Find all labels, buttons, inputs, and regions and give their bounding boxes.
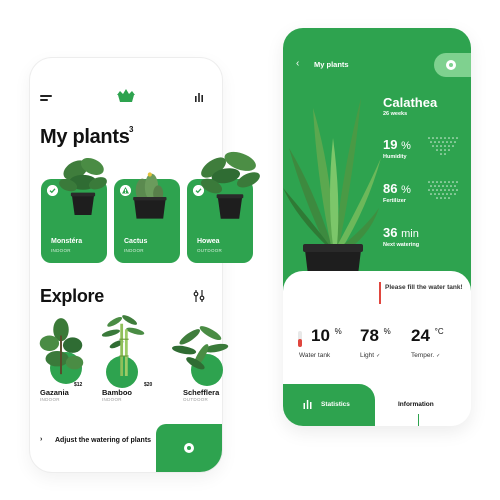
statistics-icon[interactable] <box>194 92 204 102</box>
alert-indicator <box>379 282 381 304</box>
plant-age: 26 weeks <box>383 111 408 117</box>
tab-statistics-label: Statistics <box>321 401 350 408</box>
explore-item-location: INDOOR <box>40 397 60 402</box>
plant-name: Calathea <box>383 95 438 110</box>
humidity-dots-graphic <box>428 137 458 155</box>
options-toggle-button[interactable] <box>434 53 471 77</box>
sensor-temperature: 24 °C Temper. ✓ <box>411 326 444 359</box>
explore-item-name: Gazania <box>40 388 69 397</box>
tab-statistics[interactable]: Statistics <box>283 384 375 426</box>
bar-chart-icon <box>303 400 312 409</box>
add-plant-button[interactable] <box>156 424 222 472</box>
plant-card-location: OUTDOOR <box>197 248 223 253</box>
fertilizer-value: 86 % <box>383 181 411 196</box>
next-watering-label: Next watering <box>383 242 420 248</box>
chevron-right-icon: › <box>40 436 43 443</box>
tab-information[interactable]: Information <box>379 384 471 426</box>
plant-card-name: Monstéra <box>51 238 83 245</box>
next-watering-value: 36 min <box>383 225 419 240</box>
bamboo-plant-image <box>101 315 145 376</box>
back-chevron-icon[interactable]: ‹ <box>296 58 299 69</box>
water-tank-alert: Please fill the water tank! <box>385 284 463 291</box>
humidity-label: Humidity <box>383 154 407 160</box>
howea-plant-image <box>200 151 260 219</box>
check-icon: ✓ <box>436 353 441 359</box>
explore-item-price: $20 <box>144 382 153 388</box>
explore-item-location: OUTDOOR <box>183 397 209 402</box>
monstera-plant-image <box>59 157 107 215</box>
watering-reminder[interactable]: Adjust the watering of plants <box>55 435 165 446</box>
gazania-plant-image <box>39 318 84 375</box>
explore-item-gazania[interactable]: Gazania $12 INDOOR <box>30 316 90 406</box>
explore-item-bamboo[interactable]: Bamboo $20 INDOOR <box>92 315 153 406</box>
plant-card-location: INDOOR <box>51 248 71 253</box>
plant-card-name: Cactus <box>124 238 148 245</box>
check-icon: ✓ <box>376 353 381 359</box>
explore-item-location: INDOOR <box>102 397 122 402</box>
explore-item-name: Schefflera <box>183 388 220 397</box>
humidity-value: 19 % <box>383 137 411 152</box>
fertilizer-label: Fertilizer <box>383 198 406 204</box>
section-title-explore: Explore <box>40 286 104 306</box>
tab-information-label: Information <box>398 401 434 408</box>
plant-card-location: INDOOR <box>124 248 144 253</box>
cactus-plant-image <box>133 172 167 219</box>
plant-card-monstera[interactable]: Monstéra INDOOR <box>41 157 107 263</box>
explore-item-schefflera[interactable]: Schefflera OUTDOOR <box>163 316 229 406</box>
water-level-gauge-icon <box>298 331 302 347</box>
filter-icon[interactable] <box>193 290 205 302</box>
schefflera-plant-image <box>171 326 229 370</box>
plant-pot-logo-icon <box>117 89 135 102</box>
plant-card-howea[interactable]: Howea OUTDOOR <box>187 151 260 263</box>
explore-item-name: Bamboo <box>102 388 132 397</box>
explore-item-price: $12 <box>74 382 83 388</box>
page-title: My plants <box>40 126 130 148</box>
detail-header-title: My plants <box>314 60 349 69</box>
plant-count-badge: 3 <box>129 125 134 134</box>
sensor-light: 78 % Light ✓ <box>360 326 391 359</box>
my-plants-screen: My plants 3 Monstéra INDOOR Cactus INDOO… <box>30 58 260 472</box>
active-tab-indicator <box>418 414 419 426</box>
fertilizer-dots-graphic <box>428 181 458 199</box>
circle-dot-icon <box>446 60 456 70</box>
circle-dot-icon <box>184 443 194 453</box>
sensor-water-tank: 10 % Water tank <box>299 326 342 359</box>
plant-card-cactus[interactable]: Cactus INDOOR <box>114 172 180 263</box>
plant-card-name: Howea <box>197 238 220 245</box>
plant-detail-screen: ‹ My plants Calathea 26 weeks 19 % Humid… <box>283 28 471 426</box>
menu-icon[interactable] <box>40 95 52 103</box>
